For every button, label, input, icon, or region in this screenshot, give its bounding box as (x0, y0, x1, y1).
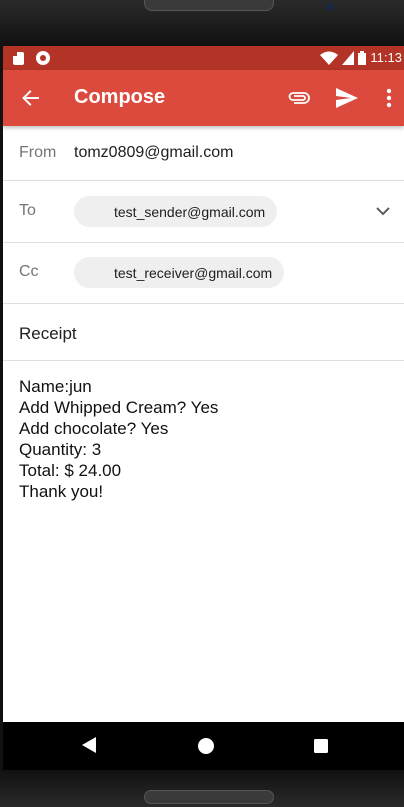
back-triangle-icon (82, 737, 96, 753)
expand-recipients-button[interactable] (373, 201, 393, 221)
more-options-button[interactable] (373, 82, 404, 114)
navigation-bar (3, 722, 404, 770)
screen: 11:13 Compose From tomz0809@gmail.com To… (3, 46, 404, 722)
from-row: From tomz0809@gmail.com (3, 126, 404, 181)
to-label: To (19, 202, 36, 219)
back-button[interactable] (15, 82, 47, 114)
sd-card-icon (13, 51, 24, 65)
send-icon (336, 88, 358, 108)
signal-icon (342, 50, 355, 65)
status-time: 11:13 (370, 50, 402, 65)
front-camera (326, 3, 334, 11)
earpiece-speaker (144, 0, 274, 11)
from-field[interactable]: tomz0809@gmail.com (74, 144, 233, 162)
from-label: From (19, 144, 57, 161)
nav-recents-button[interactable] (313, 738, 329, 754)
cc-label: Cc (19, 263, 39, 280)
subject-field[interactable]: Receipt (19, 324, 77, 344)
app-bar: Compose (3, 70, 404, 126)
send-button[interactable] (331, 82, 363, 114)
body-field[interactable]: Name:jun Add Whipped Cream? Yes Add choc… (19, 376, 218, 502)
nav-home-button[interactable] (197, 737, 215, 755)
cc-row: Cc test_receiver@gmail.com (3, 243, 404, 304)
wifi-icon (320, 51, 339, 65)
battery-icon (358, 50, 367, 65)
cc-recipient-chip[interactable]: test_receiver@gmail.com (74, 257, 285, 288)
to-recipient-chip[interactable]: test_sender@gmail.com (74, 196, 278, 227)
bottom-speaker (144, 790, 274, 804)
record-icon (36, 51, 50, 65)
back-arrow-icon (22, 90, 39, 106)
attachment-icon (288, 92, 310, 104)
to-row: To test_sender@gmail.com (3, 181, 404, 243)
body-line: Name:jun (19, 377, 92, 396)
page-title: Compose (74, 86, 166, 108)
body-line: Add Whipped Cream? Yes (19, 398, 219, 417)
home-circle-icon (198, 738, 214, 754)
subject-row: Receipt (3, 304, 404, 361)
more-vert-icon (386, 88, 392, 108)
body-line: Total: $ 24.00 (19, 461, 122, 480)
body-line: Thank you! (19, 482, 104, 501)
recents-square-icon (314, 739, 328, 753)
body-line: Quantity: 3 (19, 440, 102, 459)
body-line: Add chocolate? Yes (19, 419, 169, 438)
device-top-bezel (0, 0, 404, 46)
status-bar: 11:13 (3, 46, 404, 70)
nav-back-button[interactable] (81, 736, 105, 756)
chevron-down-icon (376, 206, 390, 215)
attach-button[interactable] (283, 82, 315, 114)
device-bottom-bezel (0, 770, 404, 807)
